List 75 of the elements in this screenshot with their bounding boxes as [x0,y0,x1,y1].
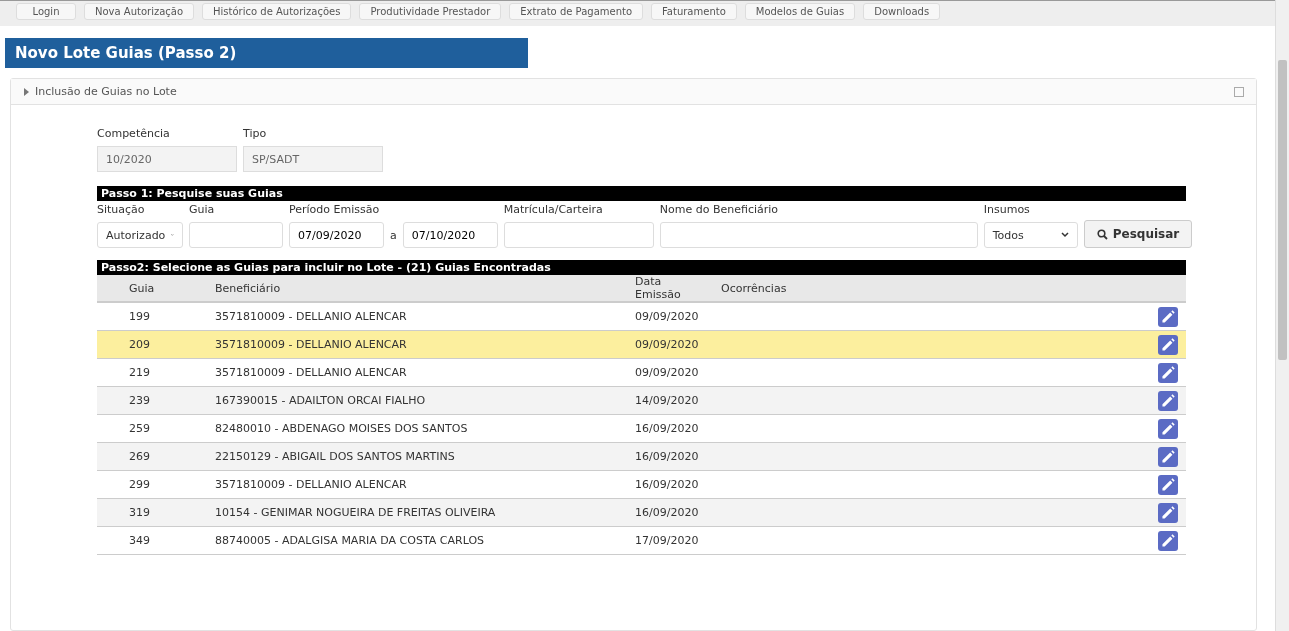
table-cell: 09/09/2020 [627,358,713,387]
panel-header[interactable]: Inclusão de Guias no Lote [11,79,1256,105]
search-button[interactable]: Pesquisar [1083,220,1193,248]
table-cell: 269 [121,442,207,471]
edit-button[interactable] [1158,446,1178,467]
table-cell: 82480010 - ABDENAGO MOISES DOS SANTOS [207,414,627,443]
search-icon [1096,228,1108,240]
table-cell: 88740005 - ADALGISA MARIA DA COSTA CARLOS [207,526,627,555]
chevron-down-icon [1060,232,1069,238]
nav-tab[interactable]: Faturamento [651,3,737,20]
table-cell: 239 [121,386,207,415]
table-cell: 22150129 - ABIGAIL DOS SANTOS MARTINS [207,442,627,471]
table-cell: 3571810009 - DELLANIO ALENCAR [207,470,627,499]
table-cell: 16/09/2020 [627,414,713,443]
readonly-field: 10/2020 [97,146,237,172]
field-label: Situação [97,203,146,216]
edit-button[interactable] [1158,390,1178,411]
situacao-select[interactable]: Autorizado [97,222,183,248]
table-cell: 167390015 - ADAILTON ORCAI FIALHO [207,386,627,415]
insumos-select[interactable]: Todos [983,222,1078,248]
nav-tab[interactable]: Histórico de Autorizações [202,3,352,20]
column-header: Guia [121,275,207,302]
edit-button[interactable] [1158,334,1178,355]
nav-tab[interactable]: Nova Autorização [84,3,195,20]
field-label: Insumos [983,203,1031,216]
beneficiario-field[interactable] [659,222,978,248]
scrollbar[interactable] [1275,0,1289,631]
table-cell: 16/09/2020 [627,442,713,471]
matricula-field[interactable] [503,222,654,248]
nav-tab[interactable]: Downloads [863,3,941,20]
panel-title: Inclusão de Guias no Lote [35,85,177,98]
edit-button[interactable] [1158,530,1178,551]
nav-tab[interactable]: Produtividade Prestador [359,3,502,20]
range-separator: a [390,228,397,242]
column-header: Ocorrências [713,275,1140,302]
table-cell: 299 [121,470,207,499]
table-cell: 09/09/2020 [627,302,713,331]
table-cell: 14/09/2020 [627,386,713,415]
field-label: Matrícula/Carteira [503,203,604,216]
nav-tab[interactable]: Extrato de Pagamento [509,3,644,20]
edit-button[interactable] [1158,502,1178,523]
table-cell: 3571810009 - DELLANIO ALENCAR [207,302,627,331]
edit-button[interactable] [1158,306,1178,327]
guia-field[interactable] [189,222,283,248]
table-cell: 349 [121,526,207,555]
date-to-field[interactable]: 07/10/2020 [402,222,498,248]
edit-button[interactable] [1158,362,1178,383]
table-cell: 209 [121,330,207,359]
table-cell: 3571810009 - DELLANIO ALENCAR [207,358,627,387]
table-cell: 17/09/2020 [627,526,713,555]
field-label: Competência [97,127,171,140]
column-header: Beneficiário [207,275,627,302]
field-label: Tipo [243,127,268,140]
table-cell: 16/09/2020 [627,498,713,527]
table-cell: 219 [121,358,207,387]
edit-button[interactable] [1158,418,1178,439]
readonly-field: SP/SADT [243,146,383,172]
section-header: Passo2: Selecione as Guias para incluir no Lote - (21) Guias Encontradas [97,260,1186,275]
edit-button[interactable] [1158,474,1178,495]
field-label: Período Emissão [289,203,381,216]
date-from-field[interactable]: 07/09/2020 [289,222,384,248]
nav-tab[interactable]: Modelos de Guias [744,3,856,20]
table-cell: 09/09/2020 [627,330,713,359]
field-label: Nome do Beneficiário [659,203,780,216]
field-label: Guia [189,203,216,216]
table-cell: 259 [121,414,207,443]
table-cell: 199 [121,302,207,331]
nav-tab[interactable]: Login [16,3,76,20]
table-cell: 10154 - GENIMAR NOGUEIRA DE FREITAS OLIVEIRA [207,498,627,527]
table-cell: 16/09/2020 [627,470,713,499]
table-cell: 3571810009 - DELLANIO ALENCAR [207,330,627,359]
table-cell: 319 [121,498,207,527]
section-header: Passo 1: Pesquise suas Guias [97,186,1186,201]
column-header: Data Emissão [627,275,713,302]
page-title: Novo Lote Guias (Passo 2) [5,38,528,68]
